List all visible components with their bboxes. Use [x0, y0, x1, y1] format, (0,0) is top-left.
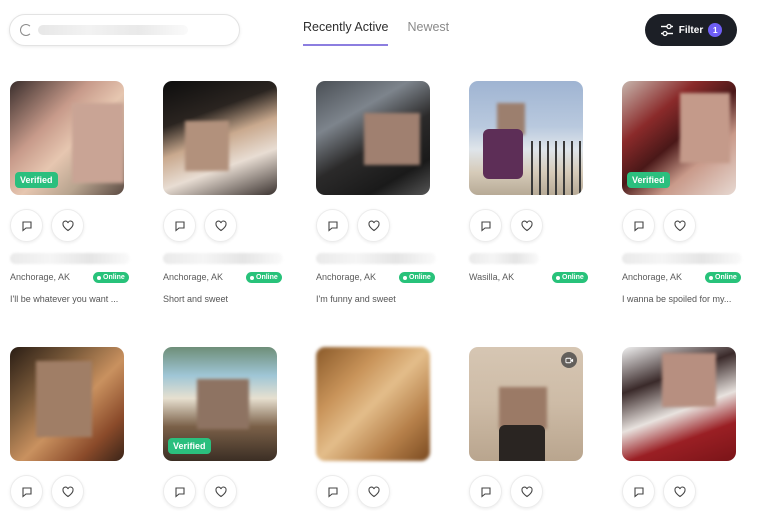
- heart-icon: [673, 485, 686, 497]
- profile-card[interactable]: [622, 347, 756, 508]
- like-button[interactable]: [510, 209, 543, 242]
- profile-card[interactable]: Anchorage, AK Online I'm funny and sweet: [316, 81, 450, 304]
- heart-icon: [61, 485, 74, 497]
- profile-photo[interactable]: [622, 347, 736, 461]
- profile-name-redacted: [10, 253, 130, 264]
- message-button[interactable]: [10, 209, 43, 242]
- profile-bio: I'm funny and sweet: [316, 294, 396, 304]
- like-button[interactable]: [51, 209, 84, 242]
- heart-icon: [367, 485, 380, 497]
- profile-photo[interactable]: Verified: [163, 347, 277, 461]
- online-badge: Online: [93, 272, 129, 283]
- online-badge: Online: [399, 272, 435, 283]
- top-bar: Recently Active Newest Filter 1: [0, 0, 768, 60]
- message-button[interactable]: [10, 475, 43, 508]
- profile-card[interactable]: Verified: [163, 347, 297, 508]
- like-button[interactable]: [663, 475, 696, 508]
- verified-badge: Verified: [627, 172, 670, 188]
- profile-photo[interactable]: [316, 347, 430, 461]
- heart-icon: [61, 219, 74, 231]
- message-button[interactable]: [316, 475, 349, 508]
- profile-location: Anchorage, AK: [316, 272, 377, 282]
- profile-card[interactable]: [316, 347, 450, 508]
- profile-name-redacted: [469, 253, 539, 264]
- search-input[interactable]: [9, 14, 240, 46]
- filter-button[interactable]: Filter 1: [645, 14, 737, 46]
- chat-icon: [327, 220, 338, 232]
- like-button[interactable]: [510, 475, 543, 508]
- profile-photo[interactable]: [316, 81, 430, 195]
- sliders-icon: [660, 23, 673, 37]
- chat-icon: [480, 486, 491, 498]
- profile-card[interactable]: Wasilla, AK Online: [469, 81, 603, 283]
- online-badge: Online: [552, 272, 588, 283]
- profile-card[interactable]: Verified Anchorage, AK Online I'll be wh…: [10, 81, 144, 304]
- profile-photo[interactable]: [469, 81, 583, 195]
- profile-location: Anchorage, AK: [10, 272, 71, 282]
- message-button[interactable]: [316, 209, 349, 242]
- like-button[interactable]: [663, 209, 696, 242]
- verified-badge: Verified: [15, 172, 58, 188]
- heart-icon: [520, 219, 533, 231]
- profile-photo[interactable]: Verified: [10, 81, 124, 195]
- verified-badge: Verified: [168, 438, 211, 454]
- like-button[interactable]: [357, 209, 390, 242]
- filter-count-badge: 1: [708, 23, 723, 37]
- heart-icon: [520, 485, 533, 497]
- tab-newest[interactable]: Newest: [407, 20, 449, 46]
- message-button[interactable]: [622, 209, 655, 242]
- profile-card[interactable]: Verified Anchorage, AK Online I wanna be…: [622, 81, 756, 304]
- sort-tabs: Recently Active Newest: [303, 20, 449, 46]
- message-button[interactable]: [469, 209, 502, 242]
- message-button[interactable]: [163, 475, 196, 508]
- message-button[interactable]: [469, 475, 502, 508]
- profile-bio: I'll be whatever you want ...: [10, 294, 119, 304]
- search-icon: [20, 24, 32, 36]
- message-button[interactable]: [163, 209, 196, 242]
- chat-icon: [21, 220, 32, 232]
- chat-icon: [174, 486, 185, 498]
- profile-name-redacted: [163, 253, 283, 264]
- heart-icon: [214, 485, 227, 497]
- profile-card[interactable]: [10, 347, 144, 508]
- profile-photo[interactable]: [163, 81, 277, 195]
- heart-icon: [673, 219, 686, 231]
- chat-icon: [21, 486, 32, 498]
- profile-bio: Short and sweet: [163, 294, 229, 304]
- online-badge: Online: [705, 272, 741, 283]
- like-button[interactable]: [357, 475, 390, 508]
- chat-icon: [633, 220, 644, 232]
- like-button[interactable]: [204, 209, 237, 242]
- like-button[interactable]: [204, 475, 237, 508]
- like-button[interactable]: [51, 475, 84, 508]
- profile-location: Wasilla, AK: [469, 272, 515, 282]
- chat-icon: [633, 486, 644, 498]
- video-icon: [561, 352, 577, 368]
- heart-icon: [214, 219, 227, 231]
- profile-name-redacted: [622, 253, 742, 264]
- profile-card[interactable]: [469, 347, 603, 508]
- tab-recently-active[interactable]: Recently Active: [303, 20, 389, 46]
- profile-location: Anchorage, AK: [163, 272, 224, 282]
- profile-card[interactable]: Anchorage, AK Online Short and sweet: [163, 81, 297, 304]
- profile-location: Anchorage, AK: [622, 272, 683, 282]
- chat-icon: [480, 220, 491, 232]
- profile-bio: I wanna be spoiled for my...: [622, 294, 732, 304]
- chat-icon: [327, 486, 338, 498]
- profile-photo[interactable]: [469, 347, 583, 461]
- filter-label: Filter: [678, 24, 704, 36]
- heart-icon: [367, 219, 380, 231]
- profile-photo[interactable]: [10, 347, 124, 461]
- message-button[interactable]: [622, 475, 655, 508]
- chat-icon: [174, 220, 185, 232]
- profile-name-redacted: [316, 253, 436, 264]
- search-text-redacted: [38, 25, 188, 35]
- profile-photo[interactable]: Verified: [622, 81, 736, 195]
- online-badge: Online: [246, 272, 282, 283]
